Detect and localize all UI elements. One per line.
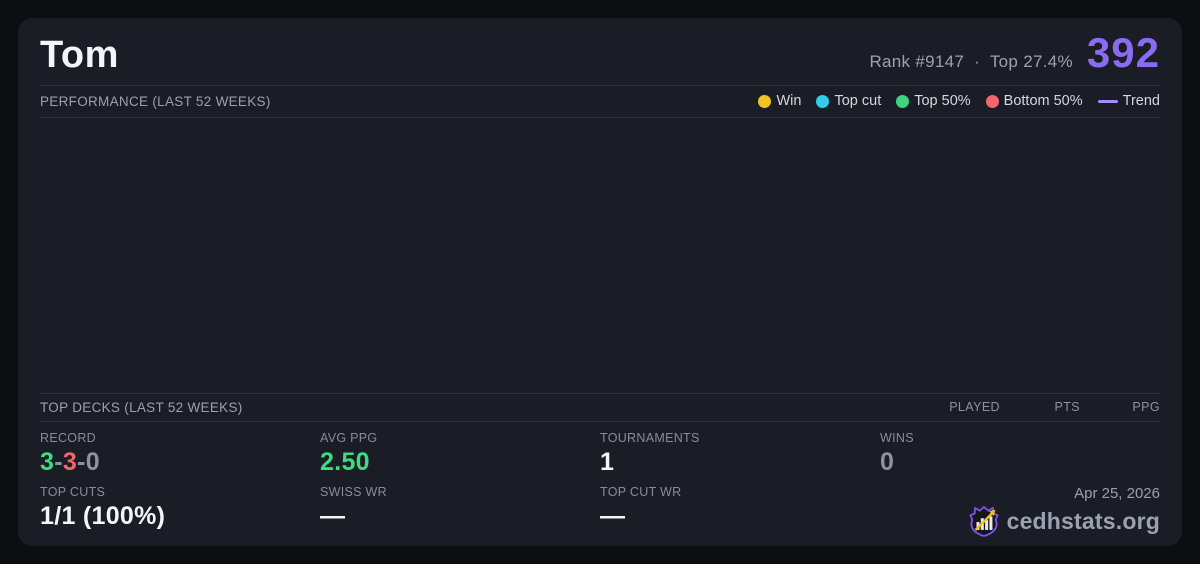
record-separator: - (54, 448, 63, 476)
top-cut-dot-icon (816, 95, 829, 108)
legend-item-trend: Trend (1098, 93, 1160, 109)
brand-name: cedhstats.org (1007, 508, 1160, 535)
stat-label: RECORD (40, 431, 320, 445)
top-decks-columns: PLAYED PTS PPG (920, 400, 1160, 414)
legend-label: Top cut (834, 93, 881, 109)
stat-label: TOP CUT WR (600, 485, 880, 499)
tournaments-value: 1 (600, 449, 880, 477)
brand-link[interactable]: cedhstats.org (969, 505, 1160, 538)
card-date: Apr 25, 2026 (1074, 485, 1160, 502)
performance-chart-area (40, 118, 1160, 393)
stat-label: WINS (880, 431, 1160, 445)
swiss-wr-value: — (320, 503, 600, 531)
win-dot-icon (758, 95, 771, 108)
points-value: 392 (1087, 32, 1160, 74)
stat-top-cuts: TOP CUTS 1/1 (100%) (40, 485, 320, 538)
top-decks-section-header: TOP DECKS (LAST 52 WEEKS) PLAYED PTS PPG (40, 393, 1160, 422)
record-value: 3-3-0 (40, 449, 320, 477)
bottom50-dot-icon (986, 95, 999, 108)
wins-value: 0 (880, 449, 1160, 477)
legend-item-top-cut: Top cut (816, 93, 881, 109)
legend-item-top50: Top 50% (896, 93, 970, 109)
column-header-played: PLAYED (920, 400, 1000, 414)
legend-item-win: Win (758, 93, 801, 109)
column-header-ppg: PPG (1080, 400, 1160, 414)
player-stats-card: Tom Rank #9147 · Top 27.4% 392 PERFORMAN… (18, 18, 1182, 546)
stat-avg-ppg: AVG PPG 2.50 (320, 431, 600, 477)
card-footer: Apr 25, 2026 cedhstats.org (880, 485, 1160, 538)
record-wins: 3 (40, 448, 54, 476)
legend-item-bottom50: Bottom 50% (986, 93, 1083, 109)
column-header-pts: PTS (1000, 400, 1080, 414)
top-cuts-value: 1/1 (100%) (40, 503, 320, 531)
legend-label: Win (776, 93, 801, 109)
cedhstats-logo-icon (969, 505, 999, 538)
stat-label: TOP CUTS (40, 485, 320, 499)
avg-ppg-value: 2.50 (320, 449, 600, 477)
chart-legend: Win Top cut Top 50% Bottom 50% Trend (758, 93, 1160, 109)
stat-top-cut-wr: TOP CUT WR — (600, 485, 880, 538)
stats-grid: RECORD 3-3-0 AVG PPG 2.50 TOURNAMENTS 1 … (40, 422, 1160, 539)
stat-wins: WINS 0 (880, 431, 1160, 477)
record-separator: - (77, 448, 86, 476)
legend-label: Top 50% (914, 93, 970, 109)
top-decks-title: TOP DECKS (LAST 52 WEEKS) (40, 400, 243, 415)
rank-block: Rank #9147 · Top 27.4% 392 (869, 32, 1160, 74)
performance-section-header: PERFORMANCE (LAST 52 WEEKS) Win Top cut … (40, 86, 1160, 117)
stat-label: SWISS WR (320, 485, 600, 499)
stat-swiss-wr: SWISS WR — (320, 485, 600, 538)
stat-label: AVG PPG (320, 431, 600, 445)
top50-dot-icon (896, 95, 909, 108)
stat-label: TOURNAMENTS (600, 431, 880, 445)
player-name: Tom (40, 35, 119, 77)
legend-label: Trend (1123, 93, 1160, 109)
record-losses: 3 (63, 448, 77, 476)
performance-title: PERFORMANCE (LAST 52 WEEKS) (40, 94, 271, 109)
top-cut-wr-value: — (600, 503, 880, 531)
legend-label: Bottom 50% (1004, 93, 1083, 109)
record-draws: 0 (86, 448, 100, 476)
trend-line-icon (1098, 100, 1118, 103)
card-header: Tom Rank #9147 · Top 27.4% 392 (40, 30, 1160, 85)
rank-summary: Rank #9147 · Top 27.4% (869, 52, 1072, 72)
stat-tournaments: TOURNAMENTS 1 (600, 431, 880, 477)
stat-record: RECORD 3-3-0 (40, 431, 320, 477)
